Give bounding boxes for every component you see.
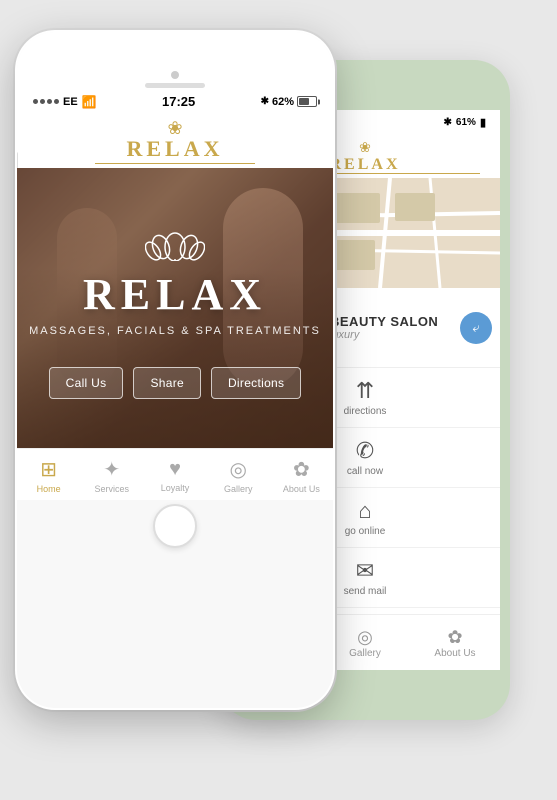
back-status-icons: ✱ 61% ▮ [444, 116, 486, 129]
brand-text-main: RELAX [17, 137, 333, 161]
hero-title: RELAX [29, 273, 321, 317]
about-label-back: About Us [434, 648, 475, 659]
about-nav-icon: ✿ [293, 457, 310, 482]
mail-label: send mail [344, 586, 387, 597]
signal-dot-4 [54, 99, 59, 104]
hero-subtitle: MASSAGES, FACIALS & SPA TREATMENTS [29, 325, 321, 337]
directions-icon: ⇈ [356, 378, 374, 404]
salon-info: BEAUTY SALON luxury [320, 288, 460, 367]
back-battery-pct: 61% [456, 117, 476, 128]
signal-dot-2 [40, 99, 45, 104]
signal-dot-3 [47, 99, 52, 104]
speaker-area [17, 32, 333, 92]
home-icon: ⌂ [358, 498, 371, 524]
camera-dot [171, 71, 179, 79]
back-battery-icon: ▮ [480, 116, 486, 129]
battery-icon [297, 96, 317, 107]
hero-buttons: Call Us Share Directions [49, 367, 302, 399]
online-label: go online [345, 526, 386, 537]
hero-lotus-icon [29, 217, 321, 269]
status-left: EE 📶 [33, 95, 97, 109]
nav-services[interactable]: ✦ Services [80, 455, 143, 496]
gallery-nav-label: Gallery [224, 484, 253, 494]
services-nav-icon: ✦ [103, 457, 120, 482]
front-status-bar: EE 📶 17:25 ✱ 62% [17, 92, 333, 113]
directions-button[interactable]: Directions [211, 367, 301, 399]
home-nav-label: Home [37, 484, 61, 494]
lotus-svg [145, 217, 205, 261]
battery-percentage: 62% [272, 96, 294, 108]
share-button-back[interactable]: ⤶ [460, 312, 492, 344]
back-lotus-icon: ❀ [359, 139, 371, 155]
carrier-label: EE [63, 96, 78, 108]
front-logo: ❀ RELAX [17, 113, 333, 168]
front-bottom-nav: ⊞ Home ✦ Services ♥ Loyalty ◎ Gallery ✿ … [17, 448, 333, 500]
about-icon-back: ✿ [447, 627, 462, 648]
directions-label: directions [344, 406, 387, 417]
loyalty-nav-label: Loyalty [161, 483, 190, 493]
loyalty-nav-icon: ♥ [169, 458, 181, 481]
nav-about[interactable]: ✿ About Us [270, 455, 333, 496]
gallery-nav-icon: ◎ [229, 457, 246, 482]
logo-underline [95, 163, 255, 164]
nav-home[interactable]: ⊞ Home [17, 455, 80, 496]
call-us-button[interactable]: Call Us [49, 367, 124, 399]
back-bluetooth-icon: ✱ [444, 117, 452, 128]
bluetooth-icon: ✱ [261, 96, 269, 107]
gallery-icon-back: ◎ [357, 627, 373, 648]
front-time: 17:25 [162, 94, 195, 109]
home-button-area [17, 500, 333, 552]
gallery-label-back: Gallery [349, 648, 381, 659]
status-right: ✱ 62% [261, 96, 317, 108]
phone-icon: ✆ [356, 438, 374, 464]
hero-image: RELAX MASSAGES, FACIALS & SPA TREATMENTS… [17, 168, 333, 448]
front-phone-inner: EE 📶 17:25 ✱ 62% ❀ RELAX [17, 32, 333, 708]
services-nav-label: Services [95, 484, 130, 494]
battery-fill [299, 98, 309, 105]
home-button[interactable] [153, 504, 197, 548]
mail-icon: ✉ [356, 558, 374, 584]
hero-content: RELAX MASSAGES, FACIALS & SPA TREATMENTS [29, 217, 321, 337]
home-nav-icon: ⊞ [40, 457, 57, 482]
about-nav-label: About Us [283, 484, 320, 494]
signal-bars [33, 99, 59, 104]
nav-gallery[interactable]: ◎ Gallery [207, 455, 270, 496]
tab-about-back[interactable]: ✿ About Us [410, 615, 500, 670]
signal-dot-1 [33, 99, 38, 104]
call-label: call now [347, 466, 383, 477]
front-phone: EE 📶 17:25 ✱ 62% ❀ RELAX [15, 30, 335, 710]
share-icon: ⤶ [472, 320, 479, 336]
lotus-icon-main: ❀ [17, 119, 333, 137]
salon-title: BEAUTY SALON [330, 314, 450, 329]
wifi-icon: 📶 [82, 95, 97, 109]
speaker-notch [145, 83, 205, 88]
nav-loyalty[interactable]: ♥ Loyalty [143, 455, 206, 496]
share-button-front[interactable]: Share [133, 367, 201, 399]
salon-subtitle: luxury [330, 329, 450, 341]
